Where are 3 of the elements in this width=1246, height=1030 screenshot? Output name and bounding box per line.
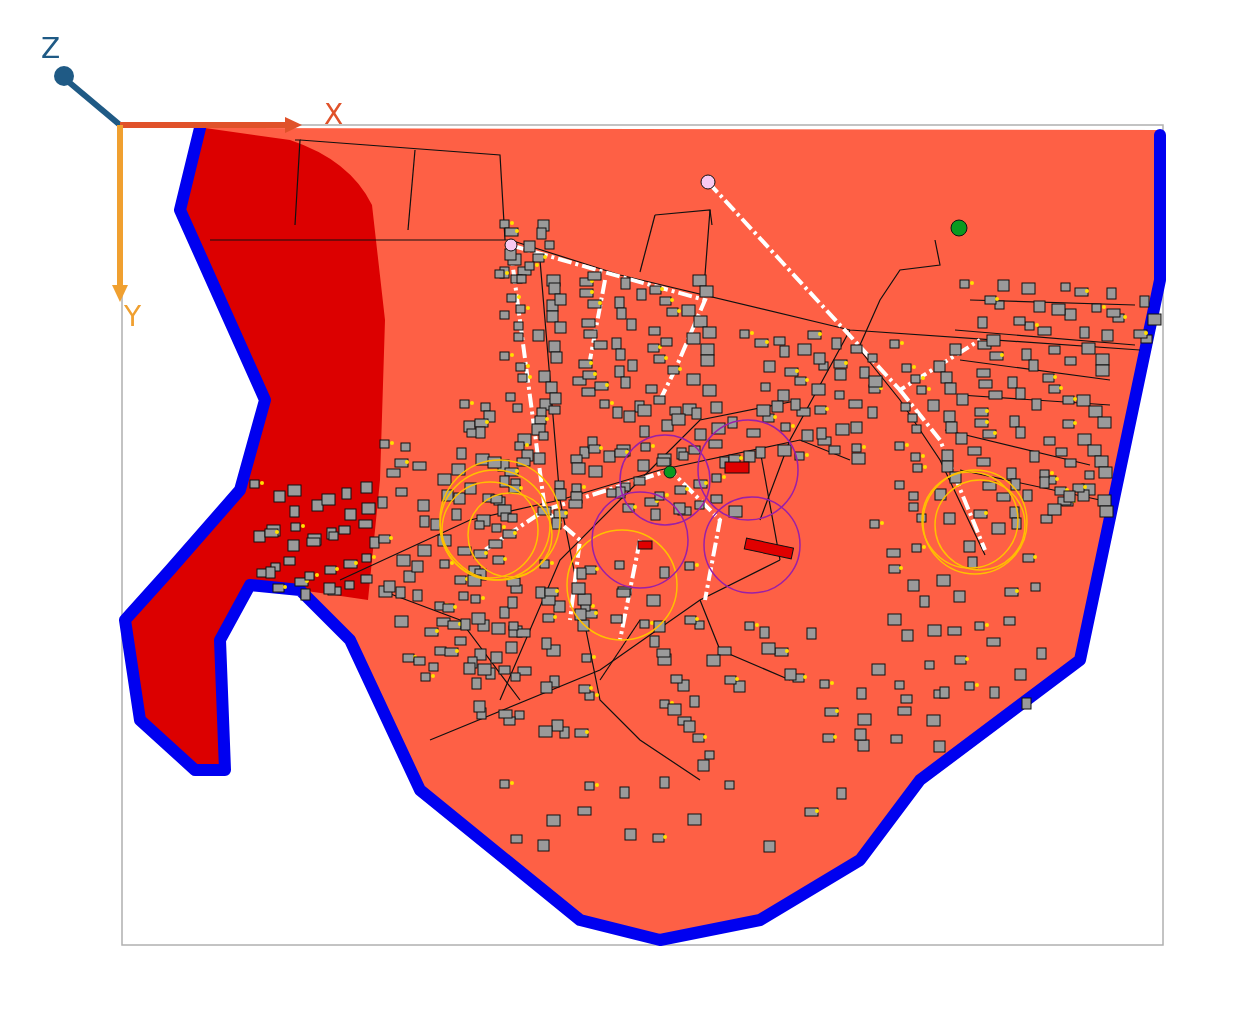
axis-label: Z (41, 32, 61, 65)
axis-label: X (324, 98, 344, 131)
axis-label: Y (124, 300, 142, 333)
